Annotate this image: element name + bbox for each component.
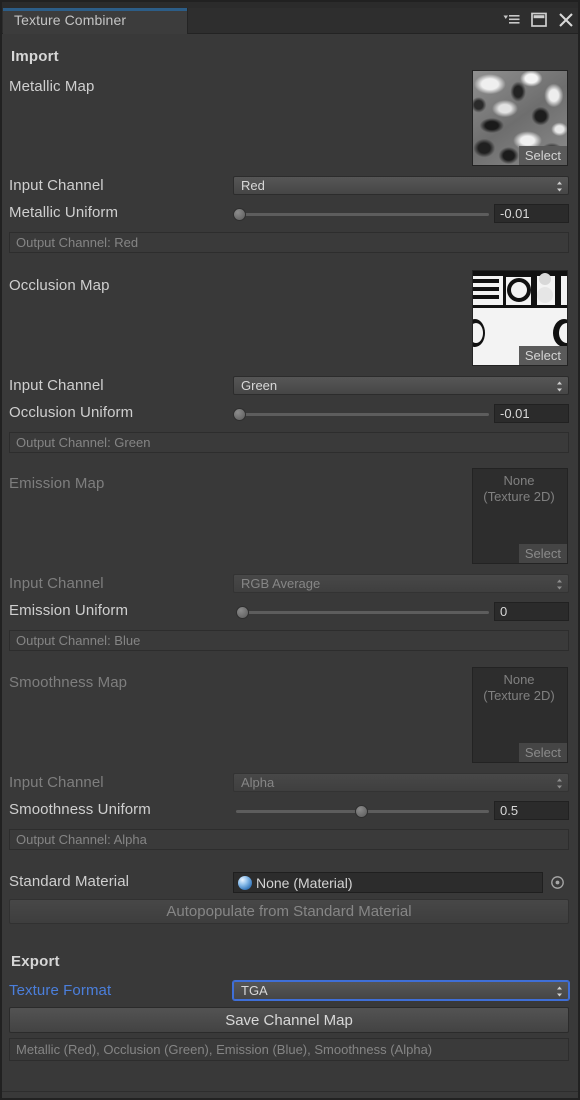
- close-icon[interactable]: [558, 12, 574, 33]
- tab-label: Texture Combiner: [14, 12, 126, 28]
- emission-uniform-value: 0: [500, 604, 507, 619]
- chevron-updown-icon: [556, 778, 563, 789]
- smoothness-input-channel-dropdown[interactable]: Alpha: [233, 773, 569, 792]
- emission-map-field[interactable]: None(Texture 2D) Select: [472, 468, 568, 564]
- tab-bar: Texture Combiner: [0, 8, 580, 34]
- tab-active-accent: [3, 8, 187, 11]
- smoothness-map-label: Smoothness Map: [9, 674, 127, 691]
- export-summary-text: Metallic (Red), Occlusion (Green), Emiss…: [16, 1042, 432, 1057]
- smoothness-map-select-button[interactable]: Select: [519, 743, 567, 762]
- occlusion-input-channel-dropdown[interactable]: Green: [233, 376, 569, 395]
- window-left-edge: [0, 8, 2, 1100]
- emission-uniform-field[interactable]: 0: [494, 602, 569, 621]
- emission-map-label: Emission Map: [9, 475, 104, 492]
- texture-format-value: TGA: [241, 983, 268, 998]
- occlusion-uniform-slider-handle[interactable]: [233, 408, 246, 421]
- occlusion-output-channel-bar: Output Channel: Green: [9, 432, 569, 453]
- metallic-input-channel-label: Input Channel: [9, 177, 104, 194]
- smoothness-uniform-label: Smoothness Uniform: [9, 801, 151, 818]
- smoothness-map-none-label: None(Texture 2D): [473, 672, 565, 704]
- export-heading: Export: [11, 953, 60, 970]
- tab-texture-combiner[interactable]: Texture Combiner: [3, 8, 188, 34]
- texture-format-dropdown[interactable]: TGA: [233, 981, 569, 1000]
- smoothness-output-channel-bar: Output Channel: Alpha: [9, 829, 569, 850]
- maximize-icon[interactable]: [531, 12, 547, 32]
- occlusion-input-channel-value: Green: [241, 378, 277, 393]
- smoothness-map-field[interactable]: None(Texture 2D) Select: [472, 667, 568, 763]
- metallic-uniform-slider[interactable]: [233, 213, 489, 216]
- metallic-output-channel-text: Output Channel: Red: [16, 235, 138, 250]
- window-controls: [503, 12, 574, 32]
- save-channel-map-button-label: Save Channel Map: [225, 1012, 353, 1029]
- import-heading: Import: [11, 48, 59, 65]
- metallic-input-channel-value: Red: [241, 178, 265, 193]
- autopopulate-button-label: Autopopulate from Standard Material: [166, 903, 411, 920]
- metallic-uniform-value: -0.01: [500, 206, 530, 221]
- window-top-strip: [0, 0, 580, 8]
- emission-input-channel-label: Input Channel: [9, 575, 104, 592]
- autopopulate-button[interactable]: Autopopulate from Standard Material: [9, 899, 569, 924]
- occlusion-uniform-slider[interactable]: [233, 413, 489, 416]
- standard-material-field[interactable]: None (Material): [233, 872, 543, 893]
- window-content: Import Metallic Map Select Input Channel…: [0, 34, 580, 1100]
- emission-input-channel-value: RGB Average: [241, 576, 320, 591]
- metallic-uniform-label: Metallic Uniform: [9, 204, 118, 221]
- metallic-map-label: Metallic Map: [9, 78, 94, 95]
- smoothness-input-channel-value: Alpha: [241, 775, 274, 790]
- emission-output-channel-text: Output Channel: Blue: [16, 633, 140, 648]
- occlusion-input-channel-label: Input Channel: [9, 377, 104, 394]
- chevron-updown-icon: [556, 579, 563, 590]
- metallic-uniform-field[interactable]: -0.01: [494, 204, 569, 223]
- material-sphere-icon: [238, 876, 252, 890]
- metallic-uniform-slider-handle[interactable]: [233, 208, 246, 221]
- metallic-map-field[interactable]: Select: [472, 70, 568, 166]
- smoothness-uniform-slider-handle[interactable]: [355, 805, 368, 818]
- menu-icon[interactable]: [503, 13, 520, 31]
- occlusion-map-label: Occlusion Map: [9, 277, 110, 294]
- smoothness-uniform-value: 0.5: [500, 803, 518, 818]
- emission-uniform-slider[interactable]: [236, 611, 489, 614]
- smoothness-uniform-field[interactable]: 0.5: [494, 801, 569, 820]
- metallic-output-channel-bar: Output Channel: Red: [9, 232, 569, 253]
- smoothness-output-channel-text: Output Channel: Alpha: [16, 832, 147, 847]
- chevron-updown-icon: [556, 181, 563, 192]
- footer-divider: [2, 1091, 578, 1092]
- smoothness-input-channel-label: Input Channel: [9, 774, 104, 791]
- save-channel-map-button[interactable]: Save Channel Map: [9, 1007, 569, 1033]
- texture-combiner-window: Texture Combiner: [0, 0, 580, 1100]
- occlusion-uniform-label: Occlusion Uniform: [9, 404, 133, 421]
- standard-material-label: Standard Material: [9, 873, 129, 890]
- metallic-input-channel-dropdown[interactable]: Red: [233, 176, 569, 195]
- chevron-updown-icon: [556, 381, 563, 392]
- chevron-updown-icon: [556, 986, 563, 997]
- emission-input-channel-dropdown[interactable]: RGB Average: [233, 574, 569, 593]
- occlusion-output-channel-text: Output Channel: Green: [16, 435, 150, 450]
- occlusion-map-select-button[interactable]: Select: [519, 346, 567, 365]
- emission-uniform-slider-handle[interactable]: [236, 606, 249, 619]
- occlusion-uniform-value: -0.01: [500, 406, 530, 421]
- occlusion-map-field[interactable]: Select: [472, 270, 568, 366]
- standard-material-value: None (Material): [256, 875, 352, 891]
- emission-map-none-label: None(Texture 2D): [473, 473, 565, 505]
- occlusion-uniform-field[interactable]: -0.01: [494, 404, 569, 423]
- emission-output-channel-bar: Output Channel: Blue: [9, 630, 569, 651]
- texture-format-label: Texture Format: [9, 982, 111, 999]
- emission-uniform-label: Emission Uniform: [9, 602, 128, 619]
- metallic-map-select-button[interactable]: Select: [519, 146, 567, 165]
- object-picker-icon[interactable]: [551, 876, 564, 889]
- export-summary-bar: Metallic (Red), Occlusion (Green), Emiss…: [9, 1038, 569, 1061]
- emission-map-select-button[interactable]: Select: [519, 544, 567, 563]
